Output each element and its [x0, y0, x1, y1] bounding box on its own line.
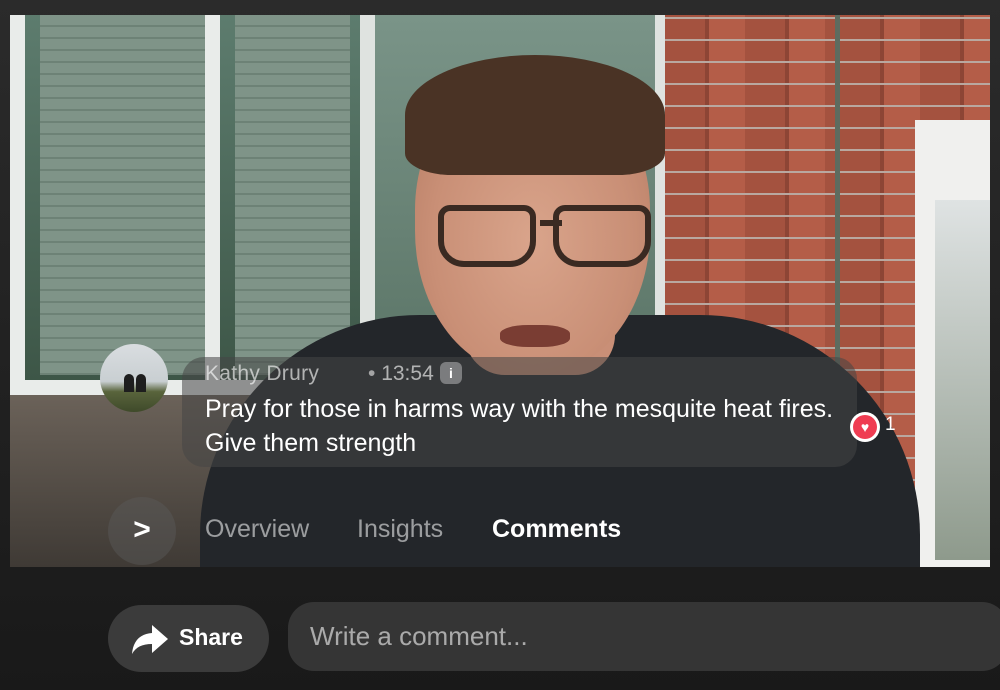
window-shutter [235, 15, 350, 375]
share-label: Share [179, 624, 243, 650]
tab-insights[interactable]: Insights [357, 515, 443, 544]
comment-author[interactable]: Kathy Drury [205, 362, 319, 386]
reaction-count: 1 [885, 414, 896, 435]
avatar-figure [124, 374, 134, 392]
comment-text: Pray for those in harms way with the mes… [205, 395, 834, 457]
chevron-right-icon: > [133, 513, 151, 546]
comment-time: • 13:54 [368, 362, 434, 386]
share-button[interactable]: Share [108, 605, 269, 672]
person-hair [405, 55, 665, 175]
window-shutter [40, 15, 205, 375]
info-badge-icon[interactable]: i [440, 362, 462, 384]
commenter-avatar[interactable] [100, 344, 168, 412]
glasses-bridge [540, 220, 562, 226]
glasses-right-lens [553, 205, 651, 267]
time-separator: • [368, 362, 376, 385]
expand-panel-button[interactable]: > [108, 497, 176, 565]
glasses-left-lens [438, 205, 536, 267]
door-glass [935, 200, 990, 560]
tab-comments[interactable]: Comments [492, 515, 621, 544]
tab-overview[interactable]: Overview [205, 515, 309, 544]
person-mouth [500, 325, 570, 347]
comment-input[interactable] [288, 602, 1000, 671]
reaction-button[interactable]: ♥ [850, 412, 880, 442]
live-video[interactable] [10, 15, 990, 567]
heart-icon: ♥ [853, 415, 877, 439]
avatar-figure [136, 374, 146, 392]
share-arrow-icon [132, 625, 168, 654]
comment-timestamp: 13:54 [381, 362, 434, 385]
